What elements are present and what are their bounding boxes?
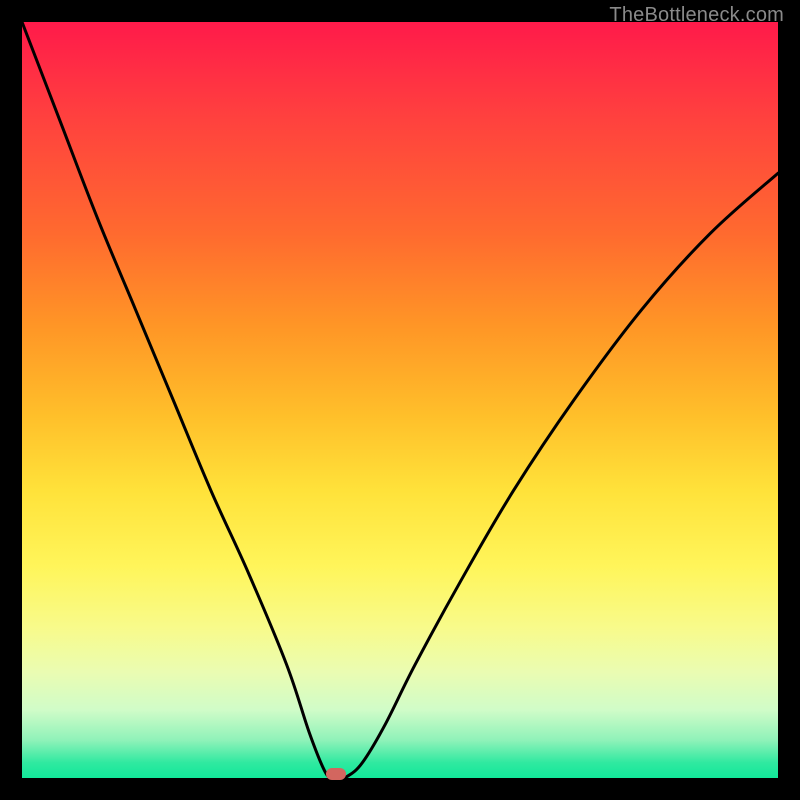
watermark-text: TheBottleneck.com xyxy=(609,4,784,27)
chart-frame: TheBottleneck.com xyxy=(0,0,800,800)
curve-svg xyxy=(22,22,778,778)
bottleneck-curve xyxy=(22,22,778,778)
optimal-point-marker xyxy=(326,768,346,780)
plot-area xyxy=(22,22,778,778)
